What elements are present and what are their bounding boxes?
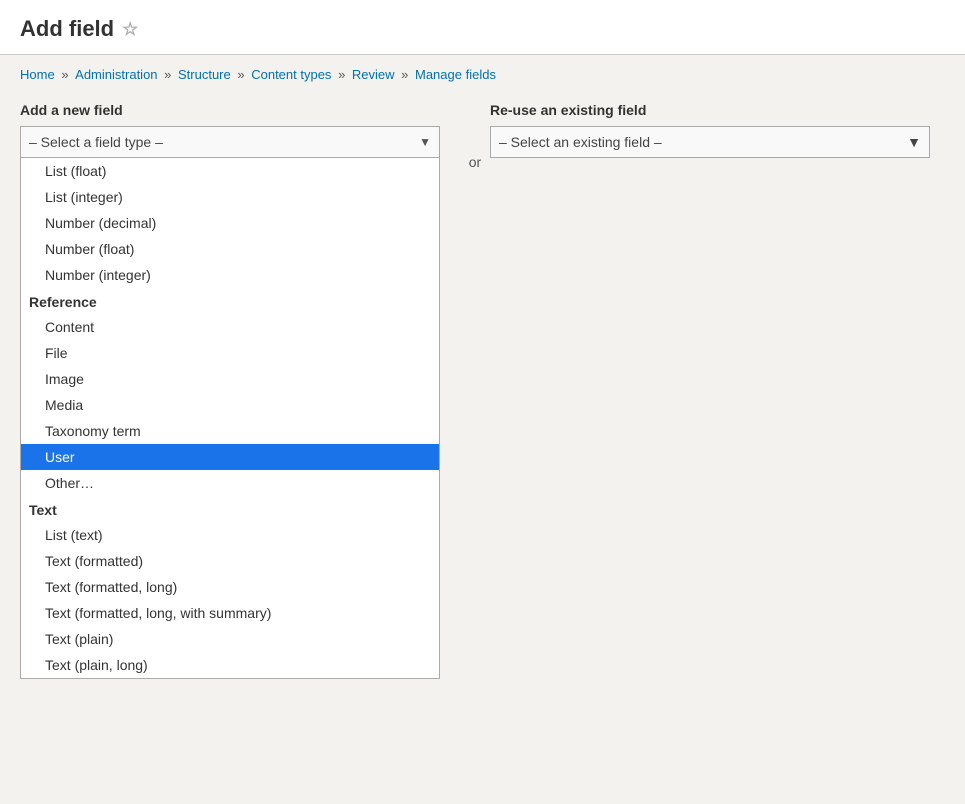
breadcrumb-structure[interactable]: Structure (178, 67, 231, 82)
list-item[interactable]: Text (plain, long) (21, 652, 439, 678)
chevron-down-icon: ▼ (907, 134, 921, 150)
list-item[interactable]: Text (formatted, long, with summary) (21, 600, 439, 626)
field-type-select-trigger[interactable]: – Select a field type – ▼ (20, 126, 440, 158)
list-item[interactable]: Taxonomy term (21, 418, 439, 444)
breadcrumb-content-types[interactable]: Content types (251, 67, 331, 82)
list-item[interactable]: File (21, 340, 439, 366)
or-label: or (460, 102, 490, 170)
right-panel: Re-use an existing field – Select an exi… (490, 102, 945, 158)
field-type-dropdown-list[interactable]: List (float) List (integer) Number (deci… (20, 158, 440, 679)
list-item-user-selected[interactable]: User (21, 444, 439, 470)
list-item[interactable]: Number (integer) (21, 262, 439, 288)
list-item[interactable]: Image (21, 366, 439, 392)
existing-field-placeholder: – Select an existing field – (499, 134, 662, 150)
breadcrumb-review[interactable]: Review (352, 67, 395, 82)
left-panel: Add a new field – Select a field type – … (20, 102, 460, 679)
list-item[interactable]: Text (formatted) (21, 548, 439, 574)
existing-field-select-trigger[interactable]: – Select an existing field – ▼ (490, 126, 930, 158)
group-header-text: Text (21, 496, 439, 522)
list-item[interactable]: Text (formatted, long) (21, 574, 439, 600)
breadcrumb-home[interactable]: Home (20, 67, 55, 82)
breadcrumb: Home » Administration » Structure » Cont… (20, 67, 945, 82)
list-item[interactable]: Number (float) (21, 236, 439, 262)
list-item[interactable]: Number (decimal) (21, 210, 439, 236)
group-header-reference: Reference (21, 288, 439, 314)
list-item[interactable]: Content (21, 314, 439, 340)
title-text: Add field (20, 16, 114, 42)
list-item[interactable]: List (float) (21, 158, 439, 184)
list-item[interactable]: List (text) (21, 522, 439, 548)
chevron-down-icon: ▼ (419, 135, 431, 149)
list-item[interactable]: Other… (21, 470, 439, 496)
list-item[interactable]: List (integer) (21, 184, 439, 210)
page-title: Add field ☆ (20, 16, 945, 42)
list-item[interactable]: Media (21, 392, 439, 418)
add-new-field-label: Add a new field (20, 102, 460, 118)
breadcrumb-administration[interactable]: Administration (75, 67, 157, 82)
reuse-field-label: Re-use an existing field (490, 102, 945, 118)
list-item[interactable]: Text (plain) (21, 626, 439, 652)
breadcrumb-manage-fields[interactable]: Manage fields (415, 67, 496, 82)
field-type-select-placeholder: – Select a field type – (29, 134, 163, 150)
star-icon[interactable]: ☆ (122, 19, 138, 40)
